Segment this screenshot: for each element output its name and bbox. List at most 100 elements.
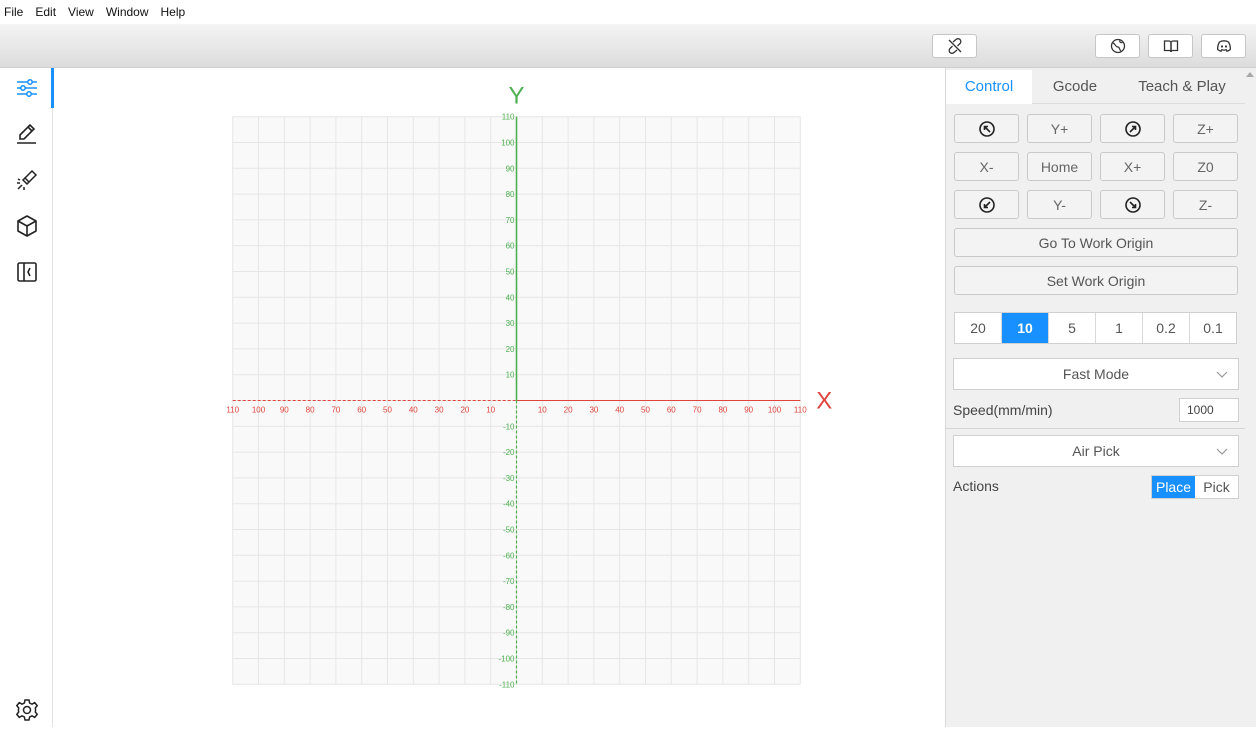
- step-option[interactable]: 5: [1049, 313, 1096, 343]
- jog-down-right-button[interactable]: [1100, 190, 1165, 219]
- jog-x-plus-button[interactable]: X+: [1100, 152, 1165, 181]
- menu-window[interactable]: Window: [106, 5, 149, 19]
- sidebar: [0, 68, 54, 730]
- sliders-icon: [16, 79, 37, 97]
- y-axis-label: Y: [508, 83, 524, 110]
- y-tick-label: 70: [506, 216, 515, 225]
- x-tick-label: 50: [383, 406, 392, 415]
- tab-gcode[interactable]: Gcode: [1032, 70, 1118, 104]
- panel-scrollbar[interactable]: [1245, 68, 1256, 727]
- menu-file[interactable]: File: [4, 5, 23, 19]
- jog-z-plus-button[interactable]: Z+: [1173, 114, 1238, 143]
- tab-control[interactable]: Control: [946, 70, 1032, 104]
- x-tick-label: 110: [794, 406, 807, 415]
- sidebar-item-draw[interactable]: [0, 114, 53, 154]
- y-tick-label: 20: [506, 345, 515, 354]
- menu-view[interactable]: View: [68, 5, 94, 19]
- arrow-down-right-icon: [1124, 196, 1141, 213]
- x-tick-label: 100: [252, 406, 266, 415]
- discord-icon: [1216, 40, 1231, 52]
- x-tick-label: 40: [409, 406, 418, 415]
- y-tick-label: 30: [506, 319, 515, 328]
- disconnect-button[interactable]: [932, 34, 977, 58]
- sidebar-item-script[interactable]: [0, 252, 53, 292]
- menu-bar: File Edit View Window Help: [0, 0, 1256, 24]
- arrow-up-right-icon: [1124, 120, 1141, 137]
- y-tick-label: -10: [503, 422, 515, 431]
- y-tick-label: -90: [503, 629, 515, 638]
- arrow-up-left-icon: [978, 120, 995, 137]
- y-tick-label: 50: [506, 268, 515, 277]
- jog-y-plus-button[interactable]: Y+: [1027, 114, 1092, 143]
- arrow-down-left-icon: [978, 196, 995, 213]
- step-option[interactable]: 0.1: [1190, 313, 1236, 343]
- gear-icon: [15, 699, 38, 721]
- tab-teach-play[interactable]: Teach & Play: [1118, 70, 1246, 104]
- jog-z-zero-button[interactable]: Z0: [1173, 152, 1238, 181]
- y-tick-label: -70: [503, 577, 515, 586]
- x-tick-label: 90: [280, 406, 289, 415]
- home-button[interactable]: Home: [1027, 152, 1092, 181]
- menu-edit[interactable]: Edit: [35, 5, 56, 19]
- x-tick-label: 100: [768, 406, 782, 415]
- book-code-icon: [16, 262, 37, 282]
- x-tick-label: 20: [460, 406, 469, 415]
- jog-up-right-button[interactable]: [1100, 114, 1165, 143]
- website-button[interactable]: [1095, 34, 1140, 58]
- pick-button[interactable]: Pick: [1195, 476, 1238, 498]
- sidebar-item-3d[interactable]: [0, 206, 53, 246]
- x-tick-label: 30: [589, 406, 598, 415]
- jog-x-minus-button[interactable]: X-: [954, 152, 1019, 181]
- y-tick-label: -80: [503, 603, 515, 612]
- y-tick-label: -60: [503, 551, 515, 560]
- tool-select[interactable]: Air Pick: [953, 435, 1239, 467]
- y-tick-label: -40: [503, 500, 515, 509]
- y-tick-label: -50: [503, 526, 515, 535]
- tool-select-value: Air Pick: [1072, 443, 1120, 459]
- action-toggle: Place Pick: [1151, 475, 1239, 499]
- x-tick-label: 60: [667, 406, 676, 415]
- laser-icon: [16, 169, 37, 190]
- sidebar-item-laser[interactable]: [0, 160, 53, 200]
- step-option[interactable]: 20: [955, 313, 1002, 343]
- speed-input[interactable]: 1000: [1179, 398, 1239, 422]
- x-tick-label: 80: [306, 406, 315, 415]
- x-tick-label: 50: [641, 406, 650, 415]
- y-tick-label: -20: [503, 448, 515, 457]
- y-tick-label: 90: [506, 164, 515, 173]
- jog-down-left-button[interactable]: [954, 190, 1019, 219]
- menu-help[interactable]: Help: [161, 5, 186, 19]
- x-tick-label: 60: [357, 406, 366, 415]
- chevron-down-icon: [1216, 371, 1228, 378]
- x-tick-label: 70: [693, 406, 702, 415]
- go-to-work-origin-button[interactable]: Go To Work Origin: [954, 228, 1238, 257]
- x-tick-label: 10: [538, 406, 547, 415]
- scroll-up-icon[interactable]: [1246, 72, 1254, 77]
- place-button[interactable]: Place: [1152, 476, 1195, 498]
- panel-tabs: Control Gcode Teach & Play: [946, 70, 1246, 104]
- manual-button[interactable]: [1148, 34, 1193, 58]
- jog-z-minus-button[interactable]: Z-: [1173, 190, 1238, 219]
- y-tick-label: 10: [506, 371, 515, 380]
- jog-y-minus-button[interactable]: Y-: [1027, 190, 1092, 219]
- step-option[interactable]: 10: [1002, 313, 1049, 343]
- discord-button[interactable]: [1201, 34, 1246, 58]
- sidebar-item-control[interactable]: [0, 68, 54, 108]
- mode-select[interactable]: Fast Mode: [953, 358, 1239, 390]
- y-tick-label: 60: [506, 242, 515, 251]
- step-option[interactable]: 0.2: [1143, 313, 1190, 343]
- x-tick-label: 80: [718, 406, 727, 415]
- settings-button[interactable]: [0, 690, 53, 730]
- y-tick-label: 110: [502, 113, 515, 122]
- divider: [946, 428, 1246, 429]
- y-tick-label: -110: [499, 680, 515, 689]
- set-work-origin-button[interactable]: Set Work Origin: [954, 266, 1238, 295]
- y-tick-label: -30: [503, 474, 515, 483]
- y-tick-label: 80: [506, 190, 515, 199]
- x-tick-label: 110: [226, 406, 239, 415]
- x-axis-label: X: [816, 388, 832, 415]
- workspace-canvas[interactable]: 110 100 90 80 70 60 50 40 30 20 10 10 20 30 40 50 60 70 80…: [54, 68, 945, 727]
- jog-up-left-button[interactable]: [954, 114, 1019, 143]
- step-option[interactable]: 1: [1096, 313, 1143, 343]
- coordinate-grid[interactable]: 110 100 90 80 70 60 50 40 30 20 10 10 20 30 40 50 60 70 80…: [54, 68, 945, 727]
